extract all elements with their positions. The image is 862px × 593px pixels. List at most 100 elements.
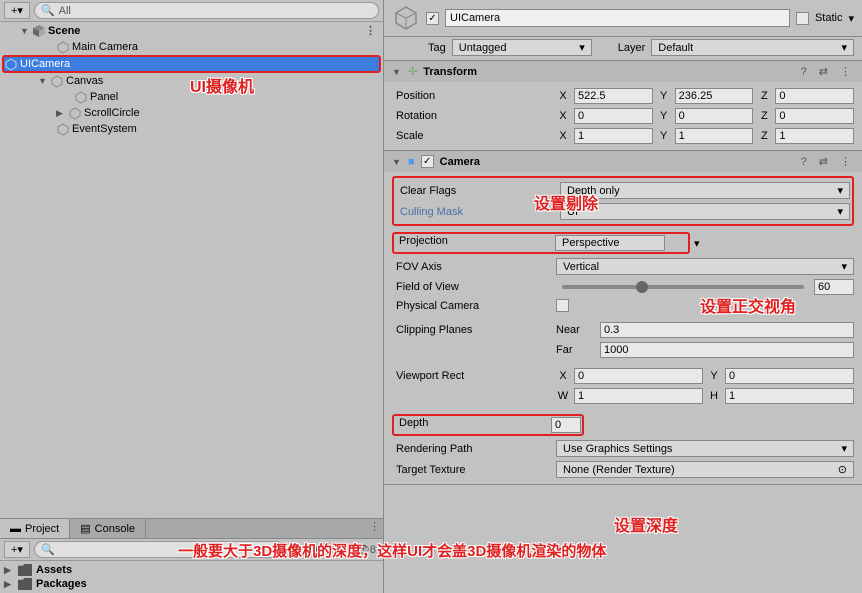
vp-y-field[interactable] <box>725 368 854 384</box>
tag-dropdown[interactable]: Untagged▾ <box>452 39 592 56</box>
rendering-path-label: Rendering Path <box>392 443 552 455</box>
console-icon: ▤ <box>80 522 90 535</box>
physical-camera-label: Physical Camera <box>392 300 552 312</box>
depth-field[interactable] <box>551 417 581 433</box>
position-label: Position <box>392 90 552 102</box>
project-item-assets[interactable]: ▶ Assets <box>0 563 383 577</box>
project-search[interactable]: 🔍 <box>34 541 285 558</box>
item-label: Main Camera <box>72 41 138 53</box>
hierarchy-tree[interactable]: ▼ Scene ⋮ Main Camera UICamera ▼ Canvas … <box>0 22 383 518</box>
help-icon[interactable]: ? <box>798 155 810 169</box>
help-icon[interactable]: ? <box>798 65 810 79</box>
search-icon: 🔍 <box>41 4 55 17</box>
item-label: Packages <box>36 578 87 590</box>
transform-header[interactable]: ▼ ✢ Transform ? ⇄ ⋮ <box>384 61 862 82</box>
scene-label: Scene <box>48 25 80 37</box>
tab-project[interactable]: ▬ Project <box>0 519 70 538</box>
target-texture-label: Target Texture <box>392 464 552 476</box>
create-button[interactable]: +▾ <box>4 541 30 558</box>
search-placeholder: All <box>59 5 71 17</box>
pos-y-field[interactable] <box>675 88 754 104</box>
fov-field[interactable] <box>814 279 854 295</box>
favorite-icon[interactable]: ★ <box>309 542 325 557</box>
hierarchy-item-scrollcircle[interactable]: ▶ ScrollCircle <box>0 105 383 121</box>
foldout-icon[interactable]: ▼ <box>20 26 30 36</box>
item-label: UICamera <box>20 58 70 70</box>
hierarchy-search[interactable]: 🔍 All <box>34 2 379 19</box>
rot-x-field[interactable] <box>574 108 653 124</box>
gameobject-icon <box>74 90 88 104</box>
far-label: Far <box>556 344 596 356</box>
camera-header[interactable]: ▼ ■ Camera ? ⇄ ⋮ <box>384 151 862 172</box>
camera-enabled-checkbox[interactable] <box>421 155 434 168</box>
hierarchy-item-canvas[interactable]: ▼ Canvas <box>0 73 383 89</box>
preset-icon[interactable]: ⇄ <box>816 64 831 79</box>
label-icon[interactable]: 🏷 <box>329 542 349 557</box>
fov-slider[interactable] <box>562 285 804 289</box>
hierarchy-item-panel[interactable]: Panel <box>0 89 383 105</box>
context-menu-icon[interactable]: ⋮ <box>366 519 383 538</box>
create-button[interactable]: +▾ <box>4 2 30 19</box>
physical-camera-checkbox[interactable] <box>556 299 569 312</box>
active-checkbox[interactable] <box>426 12 439 25</box>
rot-y-field[interactable] <box>675 108 754 124</box>
scl-x-field[interactable] <box>574 128 653 144</box>
vp-w-field[interactable] <box>574 388 703 404</box>
depth-label: Depth <box>395 417 551 433</box>
gameobject-icon <box>392 4 420 32</box>
target-texture-field[interactable]: None (Render Texture)⊙ <box>556 461 854 478</box>
object-picker-icon[interactable]: ⊙ <box>838 463 847 476</box>
folder-icon <box>18 564 32 576</box>
hierarchy-item-main-camera[interactable]: Main Camera <box>0 39 383 55</box>
scene-root[interactable]: ▼ Scene ⋮ <box>0 22 383 39</box>
foldout-icon[interactable]: ▶ <box>4 565 14 576</box>
item-label: EventSystem <box>72 123 137 135</box>
pos-x-field[interactable] <box>574 88 653 104</box>
clear-flags-dropdown[interactable]: Depth only▾ <box>560 182 850 199</box>
rendering-path-dropdown[interactable]: Use Graphics Settings▾ <box>556 440 854 457</box>
project-item-packages[interactable]: ▶ Packages <box>0 577 383 591</box>
tab-label: Project <box>25 523 59 535</box>
culling-mask-dropdown[interactable]: UI▾ <box>560 203 850 220</box>
preset-icon[interactable]: ⇄ <box>816 154 831 169</box>
context-menu-icon[interactable]: ⋮ <box>362 23 379 38</box>
search-icon: 🔍 <box>41 543 55 556</box>
component-title: Transform <box>423 66 791 78</box>
far-field[interactable] <box>600 342 854 358</box>
item-label: ScrollCircle <box>84 107 140 119</box>
filter-icon[interactable]: ◧ <box>289 542 305 557</box>
context-menu-icon[interactable]: ⋮ <box>837 64 854 79</box>
static-checkbox[interactable] <box>796 12 809 25</box>
foldout-icon[interactable]: ▼ <box>392 157 402 167</box>
hierarchy-item-eventsystem[interactable]: EventSystem <box>0 121 383 137</box>
vp-h-field[interactable] <box>725 388 854 404</box>
rotation-label: Rotation <box>392 110 552 122</box>
chevron-down-icon: ▾ <box>841 442 847 455</box>
projection-dropdown[interactable]: Perspective <box>555 235 665 251</box>
layer-dropdown[interactable]: Default▾ <box>651 39 854 56</box>
pos-z-field[interactable] <box>775 88 854 104</box>
rot-z-field[interactable] <box>775 108 854 124</box>
hierarchy-item-uicamera[interactable]: UICamera <box>2 55 381 73</box>
scl-z-field[interactable] <box>775 128 854 144</box>
component-title: Camera <box>440 156 792 168</box>
scl-y-field[interactable] <box>675 128 754 144</box>
near-label: Near <box>556 324 596 336</box>
tab-console[interactable]: ▤ Console <box>70 519 146 538</box>
vp-x-field[interactable] <box>574 368 703 384</box>
context-menu-icon[interactable]: ⋮ <box>837 154 854 169</box>
fov-axis-dropdown[interactable]: Vertical▾ <box>556 258 854 275</box>
foldout-icon[interactable]: ▼ <box>38 76 48 86</box>
hidden-icon[interactable]: 👁8 <box>353 542 379 557</box>
projection-label: Projection <box>395 235 555 251</box>
unity-icon <box>32 24 46 38</box>
scale-label: Scale <box>392 130 552 142</box>
foldout-icon[interactable]: ▶ <box>56 108 66 119</box>
foldout-icon[interactable]: ▼ <box>392 67 402 77</box>
fov-label: Field of View <box>392 281 552 293</box>
foldout-icon[interactable]: ▶ <box>4 579 14 590</box>
clear-flags-label: Clear Flags <box>396 185 556 197</box>
object-name-field[interactable] <box>445 9 790 27</box>
near-field[interactable] <box>600 322 854 338</box>
static-dropdown-icon[interactable]: ▾ <box>848 12 854 25</box>
